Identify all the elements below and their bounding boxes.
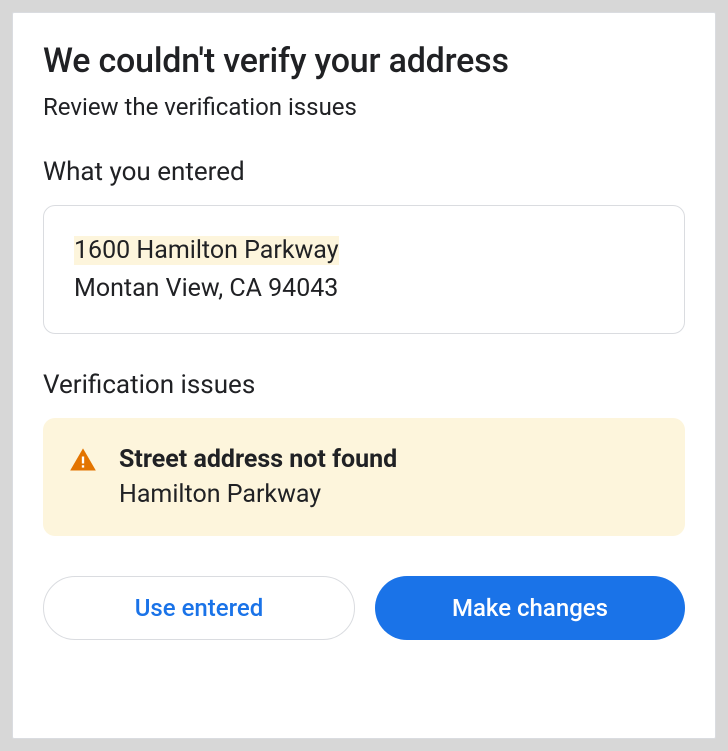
warning-icon xyxy=(69,446,97,474)
dialog-title: We couldn't verify your address xyxy=(43,41,685,81)
address-verification-dialog: We couldn't verify your address Review t… xyxy=(12,12,716,739)
entered-address-line1: 1600 Hamilton Parkway xyxy=(74,236,339,265)
verification-issue-box: Street address not found Hamilton Parkwa… xyxy=(43,418,685,536)
dialog-subtitle: Review the verification issues xyxy=(43,93,685,121)
entered-address-line2: Montan View, CA 94043 xyxy=(74,270,654,308)
entered-heading: What you entered xyxy=(43,157,685,187)
issue-detail: Hamilton Parkway xyxy=(119,477,659,512)
use-entered-button[interactable]: Use entered xyxy=(43,576,355,640)
issues-heading: Verification issues xyxy=(43,370,685,400)
make-changes-button[interactable]: Make changes xyxy=(375,576,685,640)
issue-title: Street address not found xyxy=(119,442,659,477)
issue-content: Street address not found Hamilton Parkwa… xyxy=(119,442,659,512)
entered-address-box: 1600 Hamilton Parkway Montan View, CA 94… xyxy=(43,205,685,334)
button-row: Use entered Make changes xyxy=(43,576,685,640)
